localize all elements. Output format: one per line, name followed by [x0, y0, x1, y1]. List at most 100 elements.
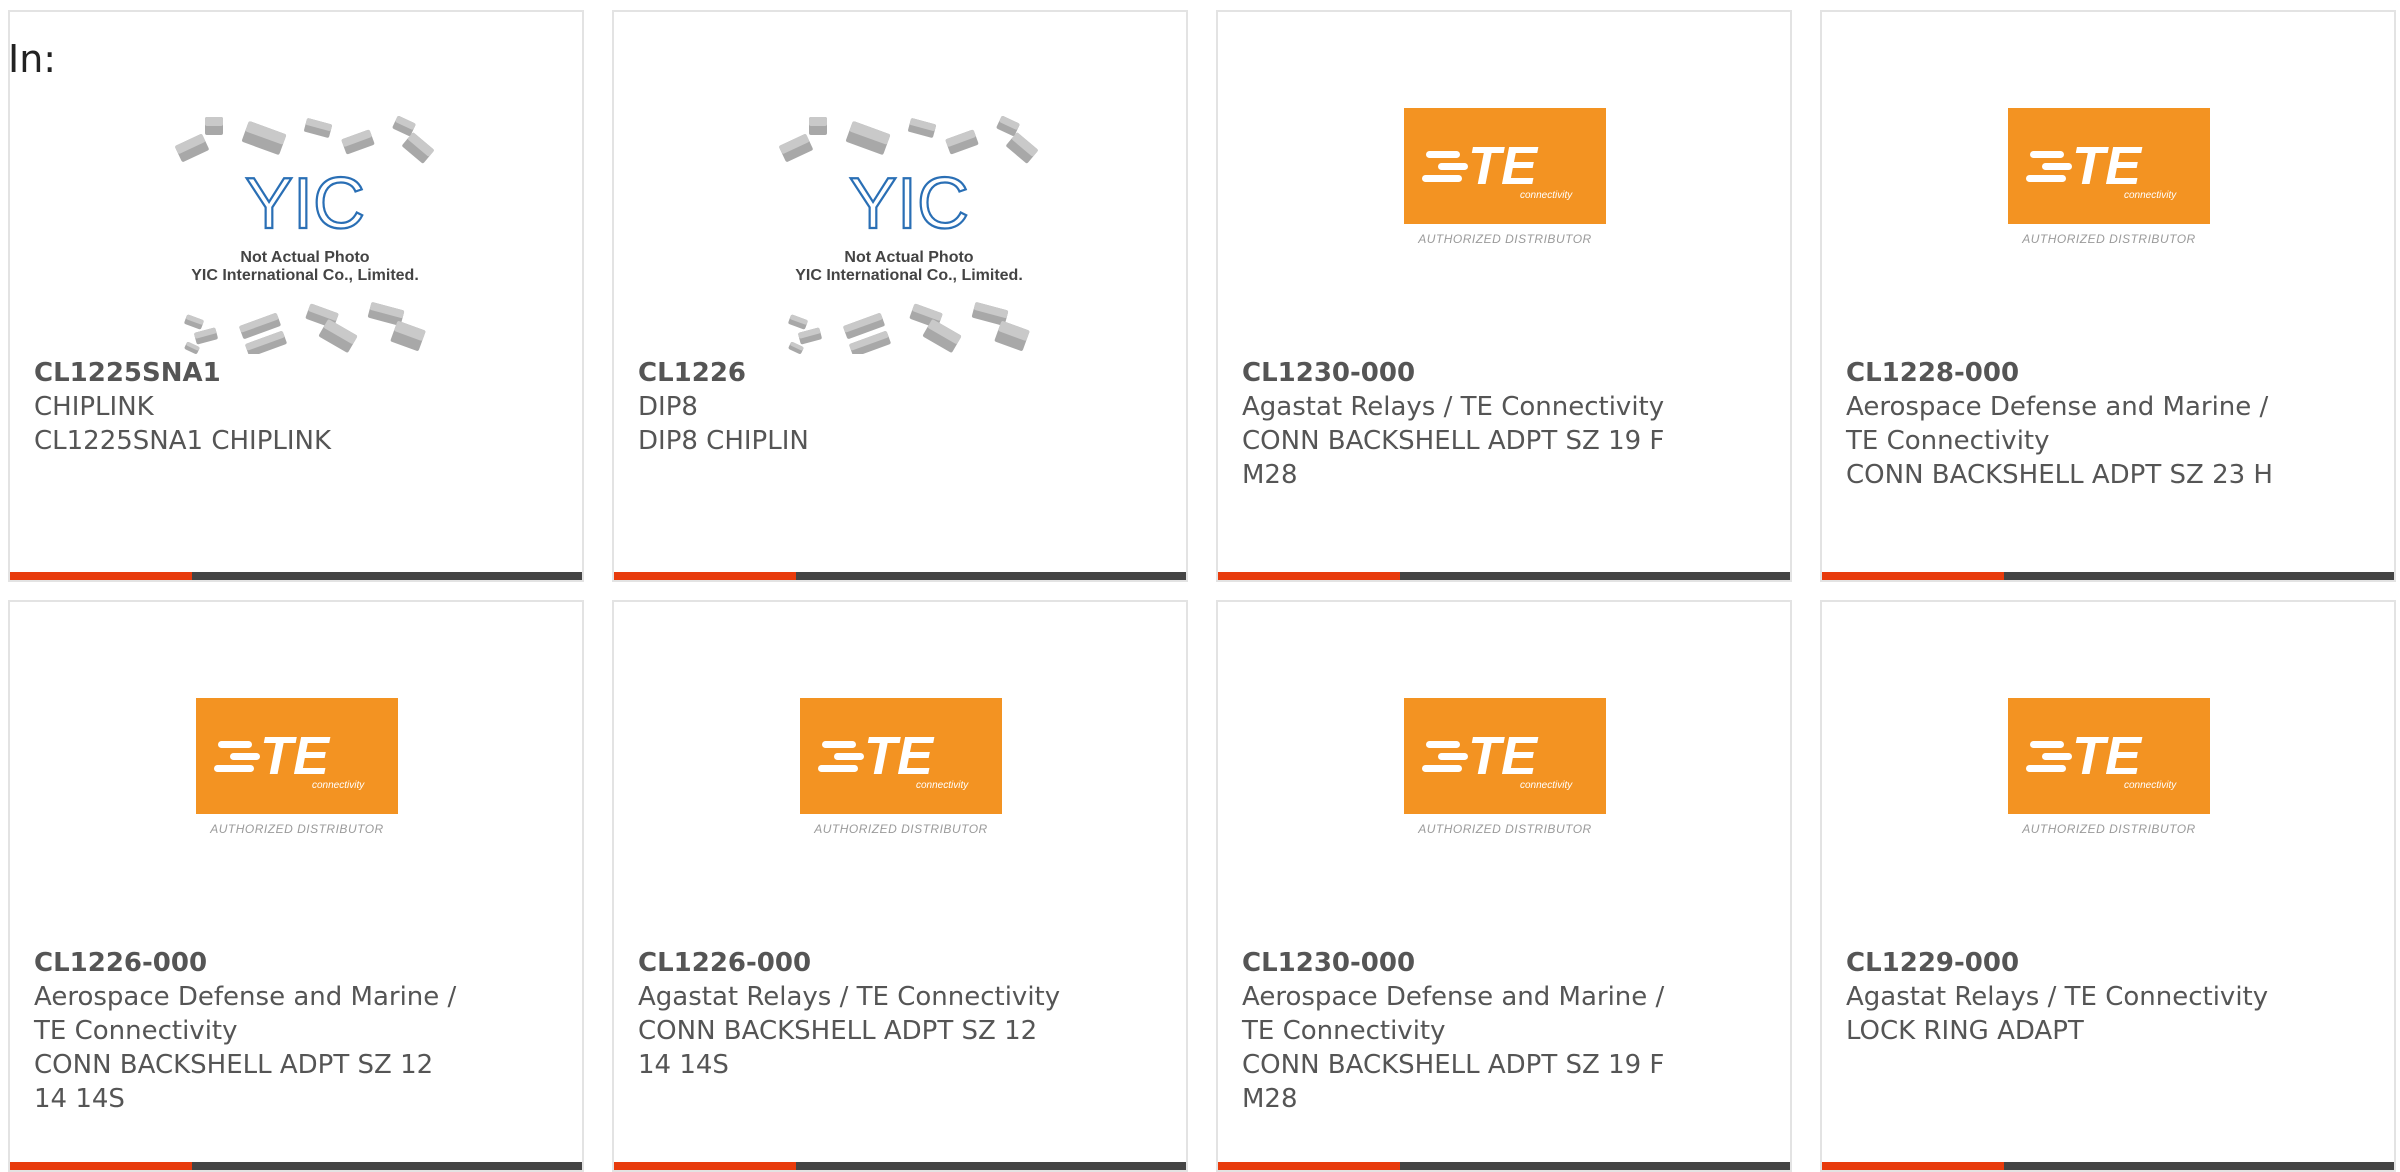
authorized-distributor-text: AUTHORIZED DISTRIBUTOR [1418, 822, 1592, 836]
product-description-line: M28 [1242, 1084, 1298, 1114]
product-card[interactable]: TE connectivity AUTHORIZED DISTRIBUTOR CL12… [1820, 600, 2396, 1172]
filter-in-label: In: [8, 37, 57, 81]
te-logo-sub: connectivity [2124, 190, 2177, 201]
product-card[interactable]: YIC Not Actual Photo YIC International Co.… [612, 10, 1188, 582]
yic-logo-icon: YIC [244, 163, 366, 242]
te-logo-word: TE [2072, 726, 2143, 786]
product-card[interactable]: TE connectivity AUTHORIZED DISTRIBUTOR CL12… [1216, 600, 1792, 1172]
product-image[interactable]: TE connectivity AUTHORIZED DISTRIBUTOR [1218, 602, 1790, 932]
yic-logo-icon: YIC [848, 163, 970, 242]
card-footer-accent [614, 1162, 796, 1170]
product-description-line: 14 14S [638, 1050, 729, 1080]
product-description-line: CONN BACKSHELL ADPT SZ 12 [638, 1016, 1038, 1046]
yic-placeholder-image: YIC Not Actual Photo YIC International Co.… [774, 104, 1044, 354]
yic-logo-word: YIC [245, 164, 365, 242]
product-info: CL1229-000 Agastat Relays / TE Connectivi… [1846, 946, 2286, 1048]
te-logo-word: TE [1468, 136, 1539, 196]
authorized-distributor-text: AUTHORIZED DISTRIBUTOR [814, 822, 988, 836]
te-connectivity-logo: TE connectivity AUTHORIZED DISTRIBUTOR [1404, 108, 1608, 258]
product-description-line: Agastat Relays / TE Connectivity [1242, 392, 1665, 422]
te-connectivity-logo: TE connectivity AUTHORIZED DISTRIBUTOR [2008, 108, 2212, 258]
te-logo-word: TE [2072, 136, 2143, 196]
card-footer-accent [1822, 572, 2004, 580]
te-logo-sub: connectivity [916, 780, 969, 791]
te-connectivity-logo: TE connectivity AUTHORIZED DISTRIBUTOR [196, 698, 400, 848]
authorized-distributor-text: AUTHORIZED DISTRIBUTOR [2022, 822, 2196, 836]
part-number-link[interactable]: CL1230-000 [1242, 946, 1682, 980]
product-card[interactable]: TE connectivity AUTHORIZED DISTRIBUTOR CL12… [1216, 10, 1792, 582]
product-image[interactable]: TE connectivity AUTHORIZED DISTRIBUTOR [10, 602, 582, 932]
product-description-line: 14 14S [34, 1084, 125, 1114]
product-description-line: CONN BACKSHELL ADPT SZ 12 [34, 1050, 434, 1080]
part-number-link[interactable]: CL1229-000 [1846, 946, 2286, 980]
part-number-link[interactable]: CL1226-000 [638, 946, 1078, 980]
product-image[interactable]: TE connectivity AUTHORIZED DISTRIBUTOR [1822, 12, 2394, 342]
product-description-line: TE Connectivity [1242, 1016, 1446, 1046]
product-image[interactable]: TE connectivity AUTHORIZED DISTRIBUTOR [1822, 602, 2394, 932]
yic-company-text: YIC International Co., Limited. [191, 267, 419, 284]
product-info: CL1228-000 Aerospace Defense and Marine /… [1846, 356, 2286, 492]
card-footer-bar [10, 572, 582, 580]
te-connectivity-logo: TE connectivity AUTHORIZED DISTRIBUTOR [1404, 698, 1608, 848]
product-image[interactable]: TE connectivity AUTHORIZED DISTRIBUTOR [1218, 12, 1790, 342]
product-description-line: Aerospace Defense and Marine / [1846, 392, 2269, 422]
part-number-link[interactable]: CL1230-000 [1242, 356, 1682, 390]
product-card[interactable]: TE connectivity AUTHORIZED DISTRIBUTOR CL12… [612, 600, 1188, 1172]
part-number-link[interactable]: CL1228-000 [1846, 356, 2286, 390]
card-footer-accent [614, 572, 796, 580]
te-logo-box: TE connectivity [1404, 698, 1606, 814]
product-description-line: Aerospace Defense and Marine / [1242, 982, 1665, 1012]
product-description-line: LOCK RING ADAPT [1846, 1016, 2084, 1046]
te-logo-mark-icon: TEconnectivity [2026, 136, 2177, 201]
card-footer-bar [1822, 572, 2394, 580]
product-info: CL1226 DIP8 DIP8 CHIPLIN [638, 356, 1078, 458]
card-footer-bar [1822, 1162, 2394, 1170]
product-description-line: DIP8 CHIPLIN [638, 426, 809, 456]
te-logo-word: TE [1468, 726, 1539, 786]
product-description-line: TE Connectivity [1846, 426, 2050, 456]
te-logo-sub: connectivity [1520, 190, 1573, 201]
product-info: CL1226-000 Aerospace Defense and Marine /… [34, 946, 474, 1116]
card-footer-accent [10, 572, 192, 580]
te-logo-sub: connectivity [1520, 780, 1573, 791]
te-logo-mark-icon: TEconnectivity [1422, 726, 1573, 791]
product-card[interactable]: YIC Not Actual Photo YIC International Co.… [8, 10, 584, 582]
te-logo-box: TE connectivity [196, 698, 398, 814]
te-logo-mark-icon: TEconnectivity [818, 726, 969, 791]
product-info: CL1225SNA1 CHIPLINK CL1225SNA1 CHIPLINK [34, 356, 474, 458]
product-image[interactable]: YIC Not Actual Photo YIC International Co.… [10, 12, 582, 354]
product-image[interactable]: YIC Not Actual Photo YIC International Co.… [614, 12, 1186, 354]
yic-company-text: YIC International Co., Limited. [795, 267, 1023, 284]
te-logo-box: TE connectivity [800, 698, 1002, 814]
card-footer-accent [1218, 1162, 1400, 1170]
card-footer-accent [1822, 1162, 2004, 1170]
product-description-line: Agastat Relays / TE Connectivity [638, 982, 1061, 1012]
part-number-link[interactable]: CL1226-000 [34, 946, 474, 980]
part-number-link[interactable]: CL1225SNA1 [34, 356, 474, 390]
authorized-distributor-text: AUTHORIZED DISTRIBUTOR [2022, 232, 2196, 246]
product-description-line: CONN BACKSHELL ADPT SZ 19 F [1242, 426, 1665, 456]
product-description-line: Aerospace Defense and Marine / [34, 982, 457, 1012]
te-logo-mark-icon: TEconnectivity [2026, 726, 2177, 791]
card-footer-bar [1218, 572, 1790, 580]
part-number-link[interactable]: CL1226 [638, 356, 1078, 390]
te-logo-sub: connectivity [2124, 780, 2177, 791]
yic-logo-word: YIC [849, 164, 969, 242]
product-image[interactable]: TE connectivity AUTHORIZED DISTRIBUTOR [614, 602, 1186, 932]
card-footer-accent [10, 1162, 192, 1170]
product-info: CL1230-000 Agastat Relays / TE Connectivi… [1242, 356, 1682, 492]
product-description-line: DIP8 [638, 392, 698, 422]
product-info: CL1230-000 Aerospace Defense and Marine /… [1242, 946, 1682, 1116]
te-logo-box: TE connectivity [1404, 108, 1606, 224]
card-footer-accent [1218, 572, 1400, 580]
product-description-line: CL1225SNA1 CHIPLINK [34, 426, 332, 456]
te-logo-mark-icon: TEconnectivity [1422, 136, 1573, 201]
product-description-line: TE Connectivity [34, 1016, 238, 1046]
authorized-distributor-text: AUTHORIZED DISTRIBUTOR [210, 822, 384, 836]
card-footer-bar [614, 572, 1186, 580]
te-logo-sub: connectivity [312, 780, 365, 791]
product-card[interactable]: TE connectivity AUTHORIZED DISTRIBUTOR CL12… [1820, 10, 2396, 582]
product-description-line: CHIPLINK [34, 392, 154, 422]
te-connectivity-logo: TE connectivity AUTHORIZED DISTRIBUTOR [2008, 698, 2212, 848]
product-card[interactable]: TE connectivity AUTHORIZED DISTRIBUTOR CL12… [8, 600, 584, 1172]
